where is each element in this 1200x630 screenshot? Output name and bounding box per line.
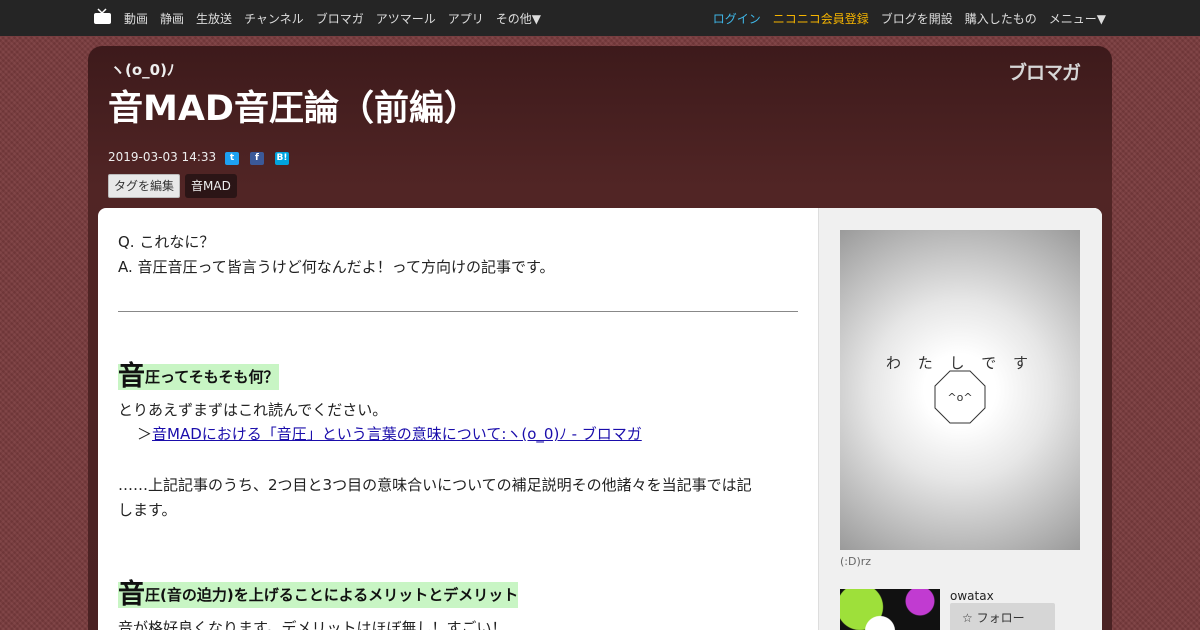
star-icon: ☆ (962, 611, 973, 625)
heading-text: 圧ってそもそも何？ (145, 368, 279, 386)
image-label: (:D)rz (840, 555, 872, 568)
nav-item-channel[interactable]: チャンネル (244, 10, 304, 27)
edit-tags-button[interactable]: タグを編集 (108, 174, 180, 198)
blomaga-logo[interactable]: ブロマガ (1008, 58, 1081, 85)
nav-item-other[interactable]: その他▼ (496, 10, 541, 27)
nav-item-app[interactable]: アプリ (448, 10, 484, 27)
twitter-icon[interactable]: t (225, 152, 239, 165)
paragraph: ……上記記事のうち、2つ目と3つ目の意味合いについての補足説明その他諸々を当記事… (118, 476, 752, 494)
blog-author-link[interactable]: ヽ(o_0)ﾉ (110, 59, 174, 80)
tag-link[interactable]: 音MAD (185, 174, 237, 198)
nav-item-video[interactable]: 動画 (124, 10, 148, 27)
post-date: 2019-03-03 14:33 (108, 150, 217, 164)
nav-item-blomaga[interactable]: ブロマガ (316, 10, 364, 27)
section-heading: 音圧(音の迫力)を上げることによるメリットとデメリット (118, 579, 519, 610)
blog-cover-image: わ た し で す ^o^ (840, 230, 1080, 550)
link-prefix: ＞ (137, 425, 153, 443)
main-nav: 動画 静画 生放送 チャンネル ブロマガ アツマール アプリ その他▼ (124, 0, 553, 36)
login-link[interactable]: ログイン (713, 10, 761, 27)
account-nav: ログイン ニコニコ会員登録 ブログを開設 購入したもの メニュー▼ (701, 0, 1106, 36)
nav-item-live[interactable]: 生放送 (196, 10, 232, 27)
heading-initial: 音 (118, 579, 145, 610)
avatar[interactable] (840, 589, 940, 630)
answer-line: A. 音圧音圧って皆言うけど何なんだよ！って方向けの記事です。 (118, 258, 555, 276)
octagon-face-icon: ^o^ (934, 370, 986, 424)
article-title: 音MAD音圧論（前編） (108, 89, 479, 129)
register-link[interactable]: ニコニコ会員登録 (773, 10, 869, 27)
paragraph: とりあえずまずはこれ読んでください。 (118, 401, 388, 419)
related-article-link[interactable]: 音MADにおける「音圧」という言葉の意味について:ヽ(o_0)ﾉ - ブロマガ (152, 425, 642, 443)
question-line: Q. これなに？ (118, 233, 215, 251)
heading-text: 圧(音の迫力)を上げることによるメリットとデメリット (145, 586, 519, 604)
divider (118, 311, 798, 312)
related-article-link-row: ＞音MADにおける「音圧」という言葉の意味について:ヽ(o_0)ﾉ - ブロマガ (137, 423, 642, 444)
face-text: ^o^ (947, 391, 972, 404)
sidebar-author-name[interactable]: owatax (950, 589, 994, 603)
nav-item-seiga[interactable]: 静画 (160, 10, 184, 27)
section-heading: 音圧ってそもそも何？ (118, 361, 279, 392)
hatena-bookmark-icon[interactable]: B! (275, 152, 289, 165)
paragraph: 音が格好良くなります。デメリットはほぼ無し！すごい！ (118, 619, 507, 630)
niconico-tv-icon[interactable] (94, 8, 111, 24)
nav-item-atsumaru[interactable]: アツマール (376, 10, 436, 27)
menu-link[interactable]: メニュー▼ (1049, 10, 1106, 27)
top-navigation-bar: 動画 静画 生放送 チャンネル ブロマガ アツマール アプリ その他▼ ログイン… (0, 0, 1200, 36)
facebook-icon[interactable]: f (250, 152, 264, 165)
paragraph: します。 (118, 501, 177, 519)
follow-button[interactable]: ☆ フォロー (950, 603, 1055, 630)
purchased-link[interactable]: 購入したもの (965, 10, 1037, 27)
start-blog-link[interactable]: ブログを開設 (881, 10, 953, 27)
heading-initial: 音 (118, 361, 145, 392)
follow-label: フォロー (976, 611, 1025, 625)
